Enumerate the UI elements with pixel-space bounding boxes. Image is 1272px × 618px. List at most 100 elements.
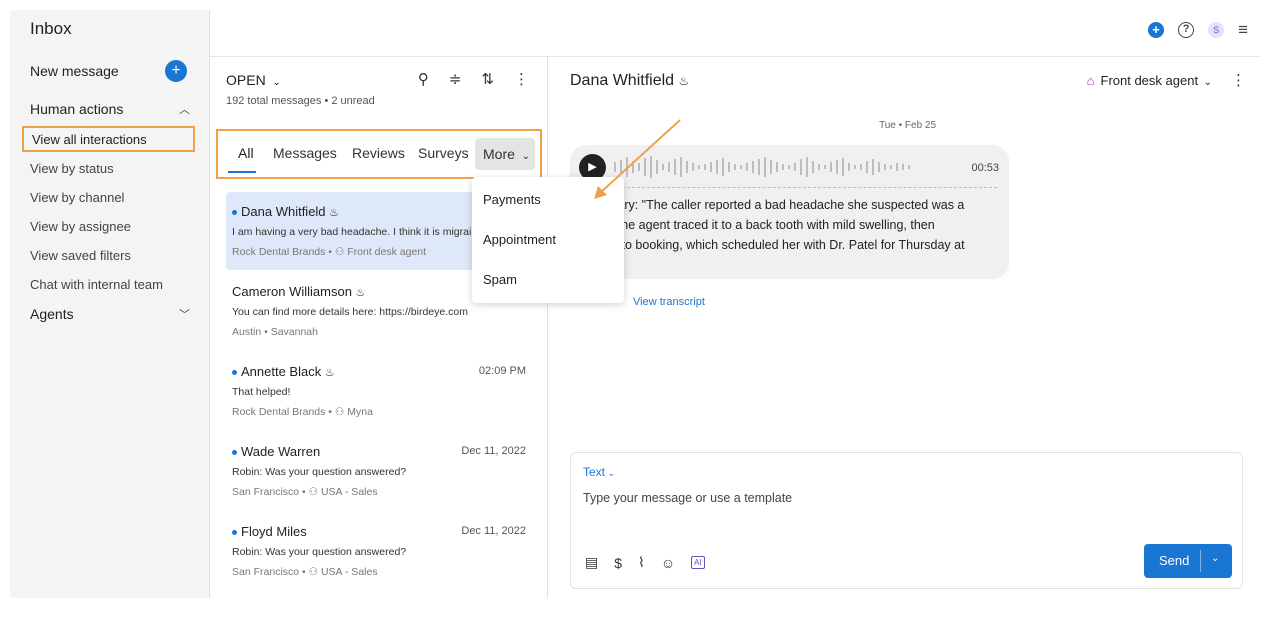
waveform-bar [746, 163, 748, 171]
name-text: Dana Whitfield [241, 204, 326, 219]
contact-name: Wade Warren [232, 444, 320, 459]
waveform-bar [764, 157, 766, 177]
composer-toolbar: ▤ $ ⌇ ☺ AI [585, 554, 705, 571]
conversation-title: Dana Whitfield ♨ [570, 72, 689, 90]
name-text: Wade Warren [241, 444, 321, 459]
agents-group[interactable]: Agents ﹀ [30, 306, 190, 322]
send-button[interactable]: Send ⌄ [1144, 544, 1232, 578]
payment-icon[interactable]: $ [614, 555, 622, 571]
filter-icon[interactable]: ≑ [449, 70, 462, 88]
template-icon[interactable]: ▤ [585, 554, 598, 571]
waveform-bar [794, 163, 796, 171]
sort-icon[interactable]: ⇅ [481, 70, 494, 88]
waveform-bar [824, 165, 826, 169]
human-actions-group[interactable]: Human actions ︿ [30, 101, 190, 117]
search-icon[interactable]: ⚲ [418, 70, 429, 88]
tab-more-label: More [483, 146, 515, 162]
status-dropdown[interactable]: OPEN ⌄ [226, 72, 281, 88]
contact-name: Annette Black ♨ [232, 364, 335, 379]
message-meta: Rock Dental Brands • ⚇ Myna [232, 406, 373, 418]
message-time: 02:09 PM [478, 365, 526, 377]
ai-call-icon: ♨ [355, 287, 366, 299]
new-message-button[interactable]: + [165, 60, 187, 82]
message-input[interactable]: Type your message or use a template [583, 491, 792, 505]
tab-surveys[interactable]: Surveys [418, 145, 469, 161]
waveform-bar [908, 165, 910, 169]
menu-item-spam[interactable]: Spam [483, 272, 517, 287]
more-vertical-icon[interactable]: ⋮ [514, 70, 529, 88]
sidebar-item-view-by-status[interactable]: View by status [30, 161, 114, 176]
call-summary-text: nmary: "The caller reported a bad headac… [600, 195, 1000, 255]
chevron-down-icon[interactable]: ⌄ [1211, 553, 1219, 564]
waveform-bar [836, 160, 838, 174]
meta-location: San Francisco • [232, 566, 309, 578]
message-meta: San Francisco • ⚇ USA - Sales [232, 566, 378, 578]
menu-icon[interactable]: ≡ [1238, 21, 1248, 38]
unread-dot [232, 530, 237, 536]
waveform-bar [704, 164, 706, 170]
tab-more[interactable]: More ⌄ [475, 138, 535, 170]
waveform-bar [692, 163, 694, 171]
sidebar-item-view-all-interactions[interactable]: View all interactions [22, 126, 195, 152]
waveform-bar [722, 158, 724, 176]
sidebar-item-view-by-assignee[interactable]: View by assignee [30, 219, 131, 234]
avatar[interactable]: S [1208, 22, 1225, 38]
agent-name: Front desk agent [1100, 73, 1199, 88]
agent-selector[interactable]: ⌂ Front desk agent ⌄ [1087, 73, 1212, 88]
waveform-bar [884, 164, 886, 170]
tab-reviews[interactable]: Reviews [352, 145, 405, 161]
message-preview: You can find more details here: https://… [232, 306, 468, 318]
send-label: Send [1159, 553, 1190, 568]
meta-assignee: Myna [347, 406, 373, 418]
contact-name: Floyd Miles [232, 524, 307, 539]
help-icon[interactable]: ? [1178, 22, 1195, 38]
more-vertical-icon[interactable]: ⋮ [1231, 71, 1246, 89]
audio-waveform[interactable] [614, 155, 944, 179]
meta-location: Rock Dental Brands • [232, 246, 335, 258]
list-toolbar: ⚲ ≑ ⇅ ⋮ [418, 70, 529, 88]
message-composer: Text ⌄ Type your message or use a templa… [570, 452, 1243, 589]
menu-item-appointment[interactable]: Appointment [483, 232, 556, 247]
chevron-down-icon: ⌄ [1198, 77, 1212, 88]
message-meta: Austin • Savannah [232, 326, 318, 338]
waveform-bar [632, 161, 634, 173]
waveform-bar [866, 161, 868, 173]
chevron-up-icon: ︿ [179, 104, 190, 116]
unread-dot [232, 210, 237, 216]
plus-icon[interactable]: + [1148, 22, 1165, 38]
ai-assist-icon[interactable]: AI [691, 556, 705, 569]
message-time: Dec 11, 2022 [461, 445, 526, 457]
sidebar-item-view-saved-filters[interactable]: View saved filters [30, 248, 131, 263]
ai-call-icon: ♨ [678, 74, 690, 88]
list-item[interactable]: Wade Warren Dec 11, 2022 Robin: Was your… [226, 432, 536, 510]
view-transcript-link[interactable]: View transcript [633, 296, 705, 308]
topbar-actions: + ? S ≡ [1148, 21, 1248, 38]
waveform-bar [740, 165, 742, 169]
list-item[interactable]: Annette Black ♨ 02:09 PM That helped! Ro… [226, 352, 536, 430]
divider [622, 187, 997, 188]
waveform-bar [860, 164, 862, 170]
tab-all[interactable]: All [238, 145, 254, 161]
chevron-down-icon: ⌄ [518, 151, 530, 162]
status-label: OPEN [226, 72, 266, 88]
meta-location: San Francisco • [232, 486, 309, 498]
new-message-label[interactable]: New message [30, 63, 119, 79]
conversation-pane: Dana Whitfield ♨ ⌂ Front desk agent ⌄ ⋮ T… [549, 57, 1260, 598]
waveform-bar [638, 163, 640, 171]
emoji-icon[interactable]: ☺ [661, 555, 675, 571]
tab-messages[interactable]: Messages [273, 145, 337, 161]
meta-location: Rock Dental Brands • [232, 406, 335, 418]
sidebar-item-view-by-channel[interactable]: View by channel [30, 190, 124, 205]
waveform-bar [656, 160, 658, 174]
sidebar-item-chat-internal-team[interactable]: Chat with internal team [30, 277, 163, 292]
menu-item-payments[interactable]: Payments [483, 192, 541, 207]
robot-icon: ⌂ [1086, 73, 1095, 88]
composer-mode-dropdown[interactable]: Text ⌄ [583, 465, 615, 479]
tab-active-indicator [228, 171, 256, 173]
list-item[interactable]: Floyd Miles Dec 11, 2022 Robin: Was your… [226, 512, 536, 590]
attachment-icon[interactable]: ⌇ [638, 554, 645, 571]
waveform-bar [674, 159, 676, 175]
summary-line: e. The agent traced it to a back tooth w… [600, 218, 935, 232]
waveform-bar [626, 157, 628, 177]
summary-line: ner to booking, which scheduled her with… [600, 238, 965, 252]
